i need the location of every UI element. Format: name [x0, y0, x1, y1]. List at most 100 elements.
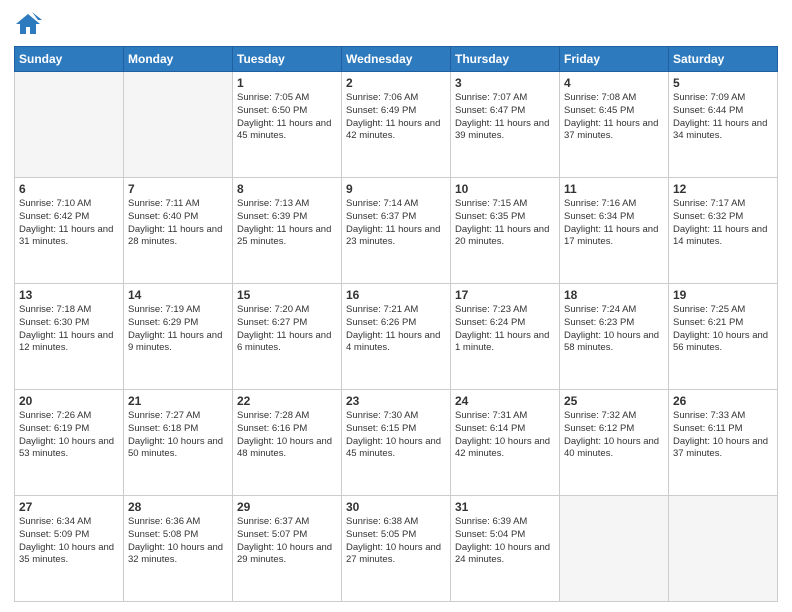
day-number: 11: [564, 182, 664, 196]
calendar-cell: 1 Sunrise: 7:05 AMSunset: 6:50 PMDaylight…: [233, 72, 342, 178]
day-info: Sunrise: 7:32 AMSunset: 6:12 PMDaylight:…: [564, 410, 664, 461]
day-info: Sunrise: 7:28 AMSunset: 6:16 PMDaylight:…: [237, 410, 337, 461]
calendar-cell: 22 Sunrise: 7:28 AMSunset: 6:16 PMDayligh…: [233, 390, 342, 496]
day-header-tuesday: Tuesday: [233, 47, 342, 72]
day-info: Sunrise: 7:13 AMSunset: 6:39 PMDaylight:…: [237, 198, 337, 249]
day-header-wednesday: Wednesday: [342, 47, 451, 72]
calendar-cell: [669, 496, 778, 602]
day-info: Sunrise: 7:15 AMSunset: 6:35 PMDaylight:…: [455, 198, 555, 249]
day-number: 15: [237, 288, 337, 302]
calendar-cell: 14Sunrise: 7:19 AMSunset: 6:29 PMDayligh…: [124, 284, 233, 390]
day-info: Sunrise: 7:06 AMSunset: 6:49 PMDaylight:…: [346, 92, 446, 143]
day-info: Sunrise: 7:08 AMSunset: 6:45 PMDaylight:…: [564, 92, 664, 143]
day-info: Sunrise: 7:33 AMSunset: 6:11 PMDaylight:…: [673, 410, 773, 461]
day-number: 14: [128, 288, 228, 302]
day-number: 31: [455, 500, 555, 514]
day-info: Sunrise: 7:16 AMSunset: 6:34 PMDaylight:…: [564, 198, 664, 249]
calendar-cell: 9 Sunrise: 7:14 AMSunset: 6:37 PMDaylight…: [342, 178, 451, 284]
day-number: 7: [128, 182, 228, 196]
page: SundayMondayTuesdayWednesdayThursdayFrid…: [0, 0, 792, 612]
day-number: 22: [237, 394, 337, 408]
day-number: 20: [19, 394, 119, 408]
calendar-table: SundayMondayTuesdayWednesdayThursdayFrid…: [14, 46, 778, 602]
day-info: Sunrise: 7:27 AMSunset: 6:18 PMDaylight:…: [128, 410, 228, 461]
calendar-cell: 13 Sunrise: 7:18 AMSunset: 6:30 PMDayligh…: [15, 284, 124, 390]
day-info: Sunrise: 7:23 AMSunset: 6:24 PMDaylight:…: [455, 304, 555, 355]
day-number: 25: [564, 394, 664, 408]
day-info: Sunrise: 7:26 AMSunset: 6:19 PMDaylight:…: [19, 410, 119, 461]
logo-icon: [14, 10, 42, 38]
day-number: 28: [128, 500, 228, 514]
calendar-cell: 28Sunrise: 6:36 AMSunset: 5:08 PMDayligh…: [124, 496, 233, 602]
day-info: Sunrise: 7:10 AMSunset: 6:42 PMDaylight:…: [19, 198, 119, 249]
day-number: 30: [346, 500, 446, 514]
day-info: Sunrise: 7:09 AMSunset: 6:44 PMDaylight:…: [673, 92, 773, 143]
calendar-cell: 10 Sunrise: 7:15 AMSunset: 6:35 PMDayligh…: [451, 178, 560, 284]
day-info: Sunrise: 7:14 AMSunset: 6:37 PMDaylight:…: [346, 198, 446, 249]
calendar-cell: 4 Sunrise: 7:08 AMSunset: 6:45 PMDaylight…: [560, 72, 669, 178]
day-number: 9: [346, 182, 446, 196]
day-number: 23: [346, 394, 446, 408]
calendar-cell: 24 Sunrise: 7:31 AMSunset: 6:14 PMDayligh…: [451, 390, 560, 496]
day-header-thursday: Thursday: [451, 47, 560, 72]
day-number: 5: [673, 76, 773, 90]
calendar-cell: 25 Sunrise: 7:32 AMSunset: 6:12 PMDayligh…: [560, 390, 669, 496]
calendar-cell: 20 Sunrise: 7:26 AMSunset: 6:19 PMDayligh…: [15, 390, 124, 496]
day-number: 10: [455, 182, 555, 196]
day-number: 24: [455, 394, 555, 408]
calendar-cell: 18 Sunrise: 7:24 AMSunset: 6:23 PMDayligh…: [560, 284, 669, 390]
day-info: Sunrise: 7:20 AMSunset: 6:27 PMDaylight:…: [237, 304, 337, 355]
calendar-cell: 6 Sunrise: 7:10 AMSunset: 6:42 PMDaylight…: [15, 178, 124, 284]
day-number: 8: [237, 182, 337, 196]
day-info: Sunrise: 7:07 AMSunset: 6:47 PMDaylight:…: [455, 92, 555, 143]
day-info: Sunrise: 6:37 AMSunset: 5:07 PMDaylight:…: [237, 516, 337, 567]
day-number: 6: [19, 182, 119, 196]
calendar-cell: 12 Sunrise: 7:17 AMSunset: 6:32 PMDayligh…: [669, 178, 778, 284]
day-info: Sunrise: 7:24 AMSunset: 6:23 PMDaylight:…: [564, 304, 664, 355]
day-header-saturday: Saturday: [669, 47, 778, 72]
day-info: Sunrise: 7:18 AMSunset: 6:30 PMDaylight:…: [19, 304, 119, 355]
day-number: 18: [564, 288, 664, 302]
calendar-cell: 23 Sunrise: 7:30 AMSunset: 6:15 PMDayligh…: [342, 390, 451, 496]
day-number: 27: [19, 500, 119, 514]
day-header-monday: Monday: [124, 47, 233, 72]
day-number: 13: [19, 288, 119, 302]
calendar-cell: 3 Sunrise: 7:07 AMSunset: 6:47 PMDaylight…: [451, 72, 560, 178]
calendar-cell: 7Sunrise: 7:11 AMSunset: 6:40 PMDaylight…: [124, 178, 233, 284]
day-number: 29: [237, 500, 337, 514]
calendar-cell: 31Sunrise: 6:39 AMSunset: 5:04 PMDayligh…: [451, 496, 560, 602]
day-number: 19: [673, 288, 773, 302]
calendar-cell: 29 Sunrise: 6:37 AMSunset: 5:07 PMDayligh…: [233, 496, 342, 602]
day-info: Sunrise: 7:25 AMSunset: 6:21 PMDaylight:…: [673, 304, 773, 355]
day-info: Sunrise: 7:30 AMSunset: 6:15 PMDaylight:…: [346, 410, 446, 461]
day-header-sunday: Sunday: [15, 47, 124, 72]
day-number: 1: [237, 76, 337, 90]
day-info: Sunrise: 6:34 AMSunset: 5:09 PMDaylight:…: [19, 516, 119, 567]
day-number: 12: [673, 182, 773, 196]
day-info: Sunrise: 7:05 AMSunset: 6:50 PMDaylight:…: [237, 92, 337, 143]
day-info: Sunrise: 6:38 AMSunset: 5:05 PMDaylight:…: [346, 516, 446, 567]
calendar-cell: [560, 496, 669, 602]
calendar-week-3: 13 Sunrise: 7:18 AMSunset: 6:30 PMDayligh…: [15, 284, 778, 390]
calendar-cell: 21 Sunrise: 7:27 AMSunset: 6:18 PMDayligh…: [124, 390, 233, 496]
calendar-cell: 27 Sunrise: 6:34 AMSunset: 5:09 PMDayligh…: [15, 496, 124, 602]
day-number: 16: [346, 288, 446, 302]
calendar-cell: [15, 72, 124, 178]
calendar-cell: 26Sunrise: 7:33 AMSunset: 6:11 PMDayligh…: [669, 390, 778, 496]
day-number: 17: [455, 288, 555, 302]
calendar-cell: 11 Sunrise: 7:16 AMSunset: 6:34 PMDayligh…: [560, 178, 669, 284]
day-info: Sunrise: 7:31 AMSunset: 6:14 PMDaylight:…: [455, 410, 555, 461]
calendar-header-row: SundayMondayTuesdayWednesdayThursdayFrid…: [15, 47, 778, 72]
day-number: 21: [128, 394, 228, 408]
calendar-week-5: 27 Sunrise: 6:34 AMSunset: 5:09 PMDayligh…: [15, 496, 778, 602]
calendar-cell: 5 Sunrise: 7:09 AMSunset: 6:44 PMDaylight…: [669, 72, 778, 178]
day-number: 3: [455, 76, 555, 90]
calendar-cell: 8 Sunrise: 7:13 AMSunset: 6:39 PMDaylight…: [233, 178, 342, 284]
header: [14, 10, 778, 38]
day-number: 4: [564, 76, 664, 90]
calendar-cell: [124, 72, 233, 178]
calendar-cell: 19 Sunrise: 7:25 AMSunset: 6:21 PMDayligh…: [669, 284, 778, 390]
calendar-cell: 15 Sunrise: 7:20 AMSunset: 6:27 PMDayligh…: [233, 284, 342, 390]
day-number: 2: [346, 76, 446, 90]
day-info: Sunrise: 7:17 AMSunset: 6:32 PMDaylight:…: [673, 198, 773, 249]
